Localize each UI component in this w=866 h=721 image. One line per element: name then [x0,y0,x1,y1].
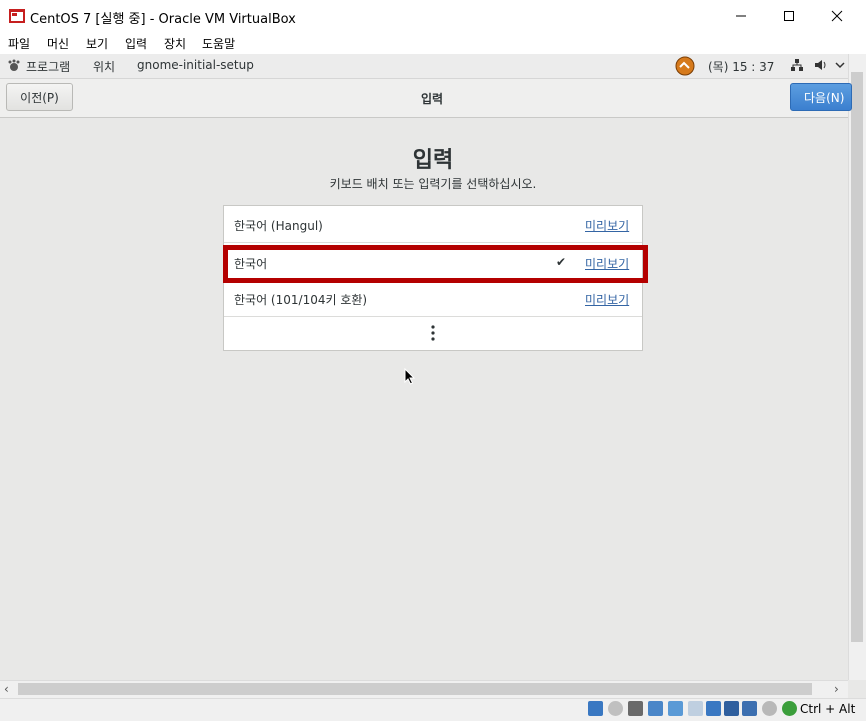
header-title: 입력 [420,92,444,106]
close-button[interactable] [814,0,860,32]
optical-drive-icon[interactable] [608,701,623,716]
host-key-arrow-icon[interactable] [782,701,797,716]
more-options-icon[interactable] [430,324,436,342]
selection-highlight-annotation [223,245,648,283]
updates-icon[interactable] [675,56,695,76]
gnome-foot-icon [8,59,20,71]
menu-help[interactable]: 도움말 [202,35,235,52]
maximize-button[interactable] [766,0,812,32]
panel-current-app[interactable]: gnome-initial-setup [137,58,254,72]
menu-view[interactable]: 보기 [86,35,108,52]
menu-devices[interactable]: 장치 [164,35,186,52]
power-menu-arrow-icon[interactable] [834,58,846,72]
next-button[interactable]: 다음(N) [790,83,852,111]
display-icon[interactable] [706,701,721,716]
menu-input[interactable]: 입력 [125,35,147,52]
row-divider [224,242,642,243]
page-heading: 입력 [412,148,454,173]
menu-file[interactable]: 파일 [8,35,30,52]
volume-icon[interactable] [814,58,828,72]
host-key-label: Ctrl + Alt [800,702,856,716]
page-subtitle: 키보드 배치 또는 입력기를 선택하십시오. [329,177,537,191]
virtualization-icon[interactable] [742,701,757,716]
virtualbox-app-icon [9,9,25,23]
panel-places-menu[interactable]: 위치 [93,58,115,75]
scroll-left-arrow-icon[interactable]: ‹ [4,682,9,696]
row-divider [224,316,642,317]
mouse-cursor-icon [404,368,416,385]
window-title: CentOS 7 [실행 중] - Oracle VM VirtualBox [30,12,296,27]
scroll-right-arrow-icon[interactable]: › [834,682,839,696]
usb-icon[interactable] [668,701,683,716]
layout-row-label-korean-101-104[interactable]: 한국어 (101/104키 호환) [234,291,367,308]
network-icon[interactable] [790,58,804,72]
panel-applications-menu[interactable]: 프로그램 [26,58,70,75]
horizontal-scrollbar-thumb[interactable] [18,683,812,695]
recording-icon[interactable] [724,701,739,716]
vertical-scrollbar-thumb[interactable] [851,72,863,642]
layout-row-label-hangul[interactable]: 한국어 (Hangul) [234,217,323,234]
panel-clock[interactable]: (목) 15 : 37 [708,58,774,75]
minimize-icon [736,15,746,17]
previous-button[interactable]: 이전(P) [6,83,73,111]
hard-disk-icon[interactable] [588,701,603,716]
maximize-icon [784,11,794,21]
audio-icon[interactable] [628,701,643,716]
mouse-integration-icon[interactable] [762,701,777,716]
minimize-button[interactable] [718,0,764,32]
preview-link-hangul[interactable]: 미리보기 [585,217,629,234]
preview-link-korean-101-104[interactable]: 미리보기 [585,291,629,308]
menu-machine[interactable]: 머신 [47,35,69,52]
close-icon [831,10,843,22]
shared-folders-icon[interactable] [688,701,703,716]
network-adapter-icon[interactable] [648,701,663,716]
